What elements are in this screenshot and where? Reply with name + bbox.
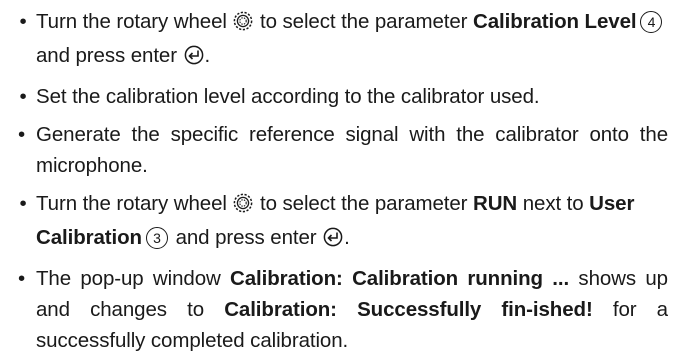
step-text: Generate the specific reference signal w… bbox=[36, 123, 668, 177]
list-item: • The pop-up window Calibration: Calibra… bbox=[10, 263, 668, 356]
list-item: • Generate the specific reference signal… bbox=[10, 119, 668, 181]
enter-key-icon bbox=[184, 43, 204, 74]
instruction-list: • Turn the rotary wheel to select the pa… bbox=[10, 6, 668, 356]
instruction-page: • Turn the rotary wheel to select the pa… bbox=[0, 0, 676, 352]
list-item: • Turn the rotary wheel to select the pa… bbox=[10, 188, 668, 256]
step-text: next to bbox=[517, 192, 590, 215]
bullet: • bbox=[19, 192, 27, 215]
bullet: • bbox=[19, 85, 27, 108]
list-item: • Turn the rotary wheel to select the pa… bbox=[10, 6, 668, 74]
step-text: to select the parameter bbox=[254, 192, 473, 215]
param-name: Calibration Level bbox=[473, 10, 637, 33]
step-text: to select the parameter bbox=[254, 10, 473, 33]
step-end: . bbox=[204, 44, 211, 67]
step-end: . bbox=[344, 226, 350, 249]
bullet: • bbox=[18, 267, 26, 290]
enter-key-icon bbox=[323, 225, 343, 256]
step-text: The pop-up window bbox=[36, 267, 231, 290]
step-text: and press enter bbox=[36, 44, 183, 67]
bullet: • bbox=[19, 10, 27, 33]
dialog-title: Calibration: Successfully fin-ished! bbox=[224, 298, 593, 321]
step-text: and press enter bbox=[169, 226, 323, 249]
step-text: Turn the rotary wheel bbox=[36, 10, 233, 33]
bullet: • bbox=[18, 123, 26, 146]
step-text: Set the calibration level according to t… bbox=[36, 85, 540, 108]
param-name: RUN bbox=[473, 192, 518, 215]
rotary-wheel-icon bbox=[233, 9, 253, 40]
callout-number: 3 bbox=[145, 227, 168, 249]
step-text: Turn the rotary wheel bbox=[36, 192, 233, 215]
list-item: • Set the calibration level according to… bbox=[10, 81, 668, 112]
dialog-title: Calibration: Calibration running ... bbox=[230, 267, 570, 290]
rotary-wheel-icon bbox=[233, 191, 253, 222]
callout-number: 4 bbox=[640, 11, 663, 33]
